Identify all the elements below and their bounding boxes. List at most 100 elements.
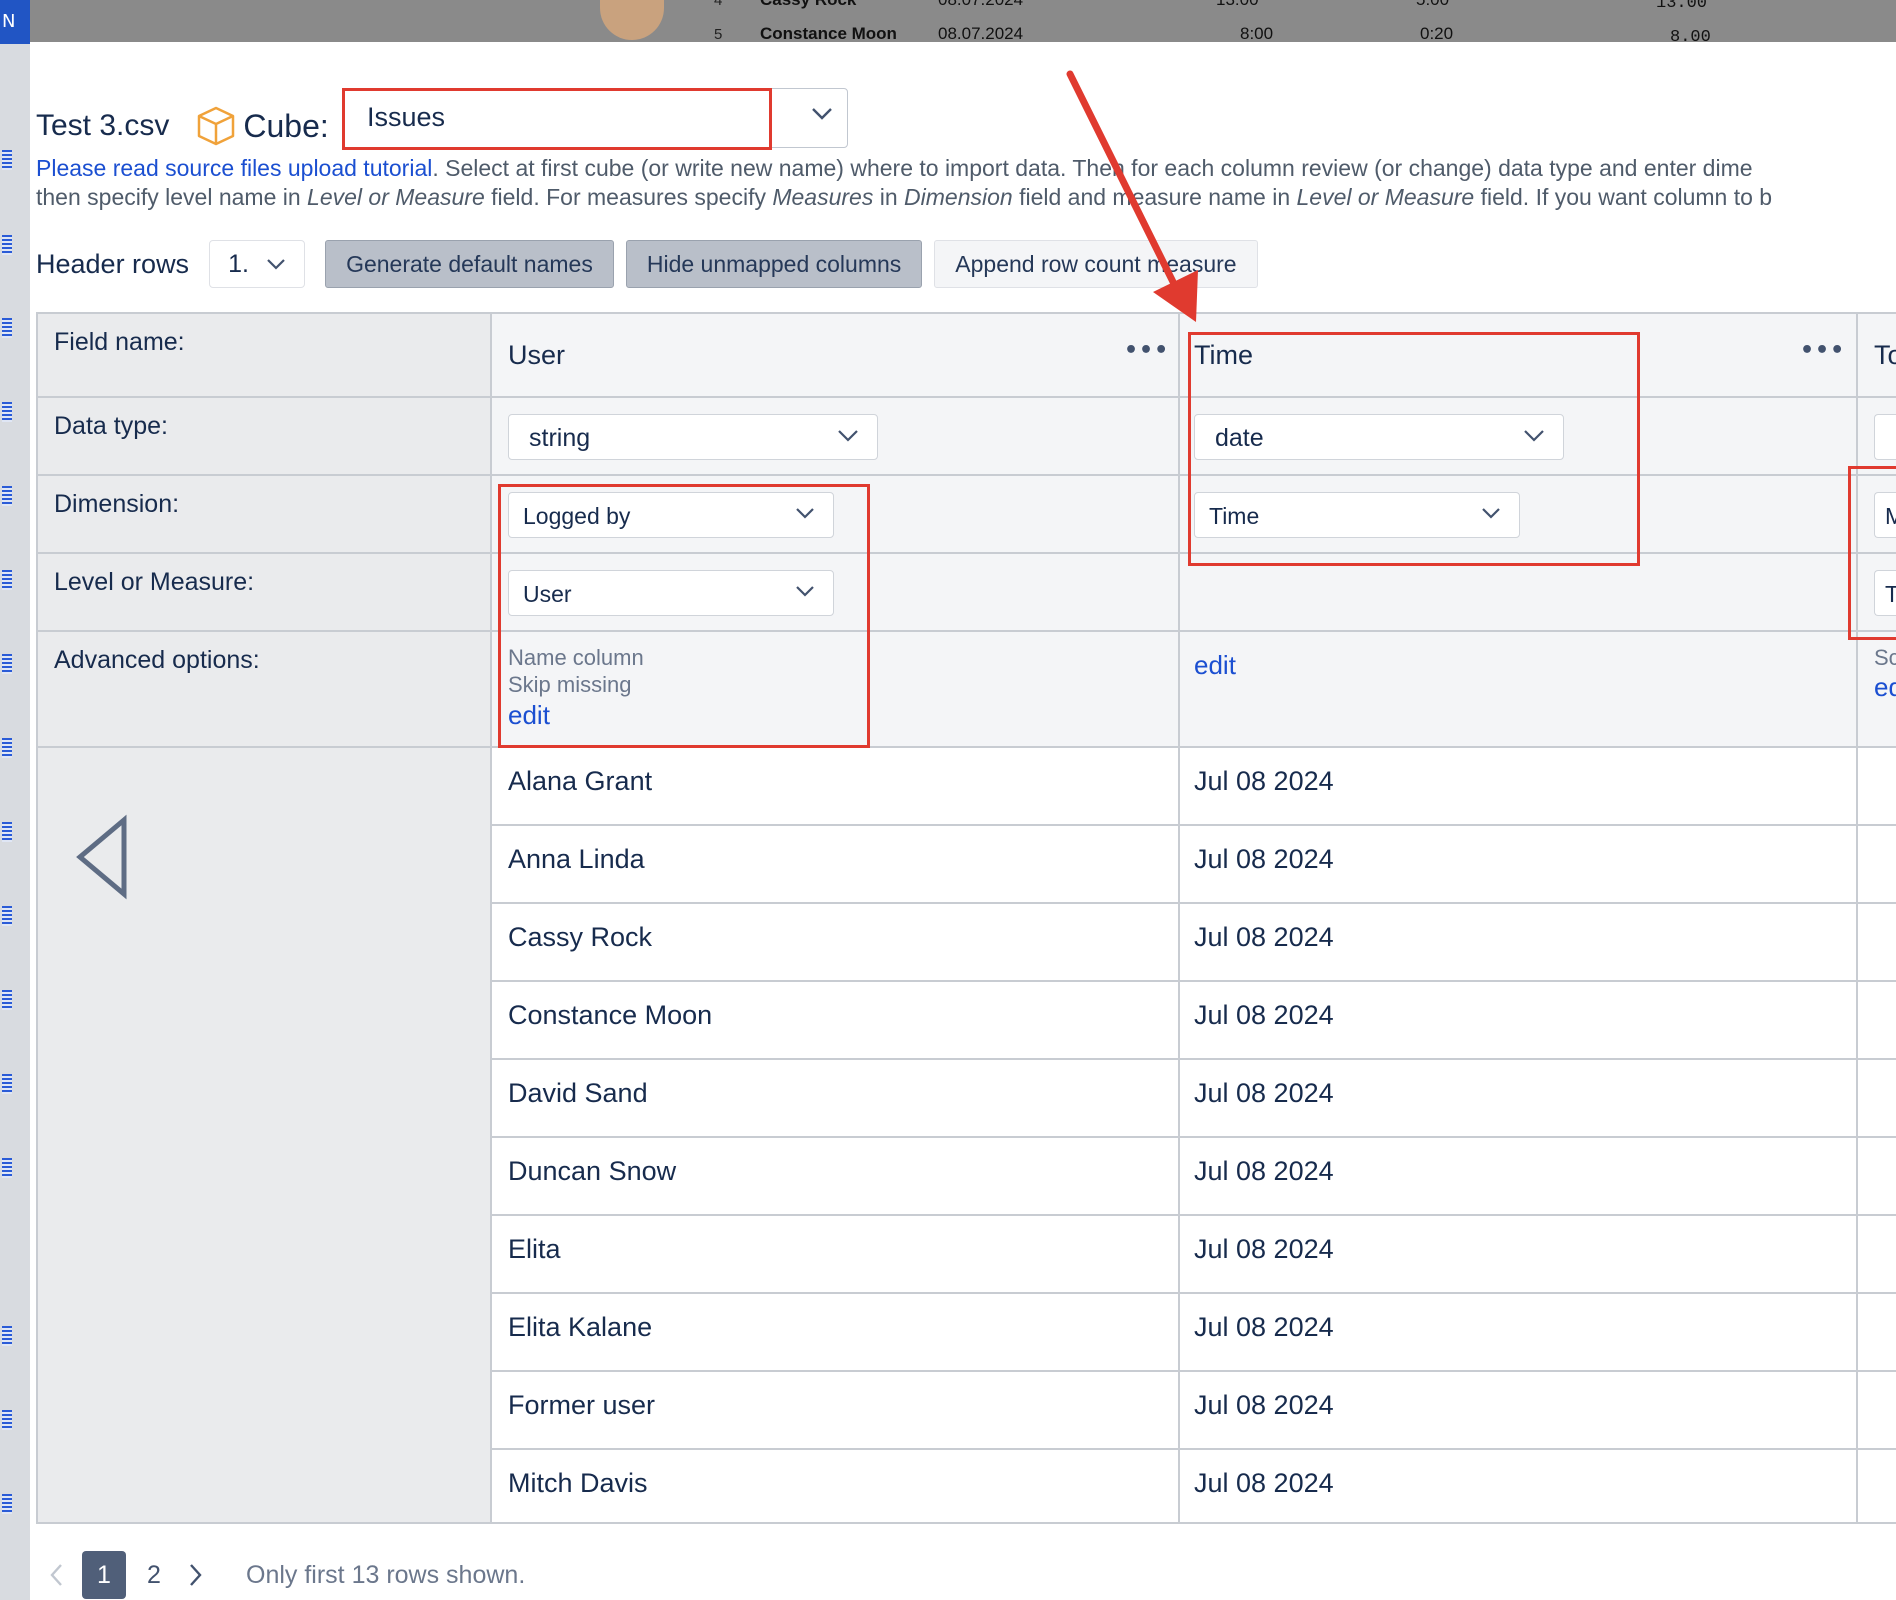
help-line1: . Select at first cube (or write new nam… <box>432 155 1753 181</box>
page-2-button[interactable]: 2 <box>132 1551 176 1599</box>
background-avatar <box>600 0 664 40</box>
background-row-value: 5:00 <box>1416 0 1449 10</box>
previous-columns-arrow-icon[interactable] <box>72 814 132 900</box>
prev-page-button[interactable] <box>36 1563 76 1587</box>
cube-icon <box>198 106 235 146</box>
header-rows-select[interactable]: 1. <box>209 240 306 288</box>
row-divider <box>492 902 1896 904</box>
background-row-value: 13.00 <box>1656 0 1708 13</box>
row-divider <box>492 1058 1896 1060</box>
data-type-label: Data type: <box>54 412 168 440</box>
more-options-icon[interactable]: ••• <box>1124 338 1169 363</box>
data-type-select-user[interactable]: string <box>508 414 878 460</box>
background-row-number: 4 <box>714 0 723 9</box>
pagination: 1 2 Only first 13 rows shown. <box>36 1550 525 1600</box>
column-title-partial[interactable]: To <box>1874 340 1896 371</box>
background-left-strip <box>0 0 30 1600</box>
row-divider <box>492 1292 1896 1294</box>
help-emphasis: Level or Measure <box>307 184 485 210</box>
row-divider <box>492 1448 1896 1450</box>
tutorial-link[interactable]: Please read source files upload tutorial <box>36 155 432 181</box>
background-row-date: 08.07.2024 <box>938 0 1023 10</box>
chevron-down-icon <box>838 430 858 442</box>
dimension-label: Dimension: <box>54 490 180 518</box>
generate-default-names-button[interactable]: Generate default names <box>325 240 614 288</box>
background-corner: N <box>0 0 30 44</box>
cell-time: Jul 08 2024 <box>1194 844 1334 874</box>
cell-time: Jul 08 2024 <box>1194 1390 1334 1420</box>
file-name: Test 3.csv <box>36 109 170 142</box>
field-name-label: Field name: <box>54 328 185 356</box>
cell-time: Jul 08 2024 <box>1194 1234 1334 1264</box>
help-emphasis: Measures <box>772 184 874 210</box>
data-type-value: string <box>529 424 591 452</box>
cell-user: Duncan Snow <box>508 1156 677 1186</box>
chevron-right-icon <box>190 1564 202 1586</box>
cell-time: Jul 08 2024 <box>1194 1312 1334 1342</box>
advanced-options-label: Advanced options: <box>54 646 260 674</box>
background-row-number: 5 <box>714 26 723 43</box>
cell-user: Alana Grant <box>508 766 653 796</box>
background-row-date: 08.07.2024 <box>938 24 1024 43</box>
advanced-options-summary: Sc <box>1874 645 1896 670</box>
help-line2: then specify level name in <box>36 184 308 210</box>
mapping-table: Field name: Data type: Dimension: Level … <box>36 312 1896 1524</box>
cell-time: Jul 08 2024 <box>1194 1468 1334 1498</box>
background-row-value: 0:20 <box>1420 24 1454 43</box>
chevron-left-icon <box>50 1564 62 1586</box>
header-rows-label: Header rows <box>36 248 190 279</box>
help-text: Please read source files upload tutorial… <box>36 154 1896 212</box>
row-divider <box>492 1370 1896 1372</box>
highlight-box-time-mapping <box>1188 332 1640 566</box>
hide-unmapped-columns-button[interactable]: Hide unmapped columns <box>625 240 923 288</box>
next-page-button[interactable] <box>176 1563 216 1587</box>
header-rows-value: 1. <box>228 249 249 278</box>
chevron-down-icon <box>267 259 285 270</box>
cell-user: Mitch Davis <box>508 1468 648 1498</box>
cell-user: Cassy Rock <box>508 922 653 952</box>
row-divider <box>38 630 1896 632</box>
cell-user: David Sand <box>508 1078 648 1108</box>
background-row-name: Cassy Rock <box>760 0 856 10</box>
cell-time: Jul 08 2024 <box>1194 766 1334 796</box>
column-title-user[interactable]: User <box>508 340 565 371</box>
more-options-icon[interactable]: ••• <box>1800 338 1845 363</box>
rows-shown-note: Only first 13 rows shown. <box>246 1560 526 1589</box>
cell-user: Elita <box>508 1234 561 1264</box>
row-divider <box>38 1522 1896 1524</box>
cell-time: Jul 08 2024 <box>1194 1000 1334 1030</box>
cell-time: Jul 08 2024 <box>1194 1078 1334 1108</box>
highlight-box-cube <box>342 88 772 150</box>
help-emphasis: Level or Measure <box>1296 184 1475 210</box>
highlight-box-user-mapping <box>498 484 870 748</box>
cell-time: Jul 08 2024 <box>1194 922 1334 952</box>
cell-time: Jul 08 2024 <box>1194 1156 1334 1186</box>
column-divider <box>1178 314 1180 1524</box>
level-or-measure-label: Level or Measure: <box>54 568 255 596</box>
help-line2: field. If you want column to b <box>1474 184 1773 210</box>
import-dialog: Test 3.csv Cube: Issues Please read sour… <box>30 42 1896 1600</box>
edit-advanced-link-partial[interactable]: ed <box>1874 672 1896 703</box>
help-emphasis: Dimension <box>904 184 1013 210</box>
title-row: Test 3.csv Cube: <box>36 96 329 156</box>
row-divider <box>492 824 1896 826</box>
row-divider <box>492 1214 1896 1216</box>
controls-row: Header rows 1. Generate default names Hi… <box>36 238 1258 290</box>
highlight-box-partial <box>1848 466 1896 640</box>
data-type-select-partial[interactable] <box>1874 414 1896 460</box>
cell-user: Anna Linda <box>508 844 645 874</box>
append-row-count-button[interactable]: Append row count measure <box>934 240 1258 288</box>
page-1-button[interactable]: 1 <box>82 1551 126 1599</box>
row-divider <box>492 980 1896 982</box>
cell-user: Former user <box>508 1390 656 1420</box>
row-divider <box>38 746 1896 748</box>
background-row-value: 8:00 <box>1240 24 1274 43</box>
cell-user: Constance Moon <box>508 1000 713 1030</box>
edit-advanced-link-time[interactable]: edit <box>1194 650 1236 681</box>
background-row-value: 13:00 <box>1216 0 1259 10</box>
cube-label: Cube: <box>243 107 329 144</box>
row-divider <box>492 1136 1896 1138</box>
background-row-name: Constance Moon <box>760 24 897 43</box>
cell-user: Elita Kalane <box>508 1312 653 1342</box>
chevron-down-icon <box>812 108 832 120</box>
